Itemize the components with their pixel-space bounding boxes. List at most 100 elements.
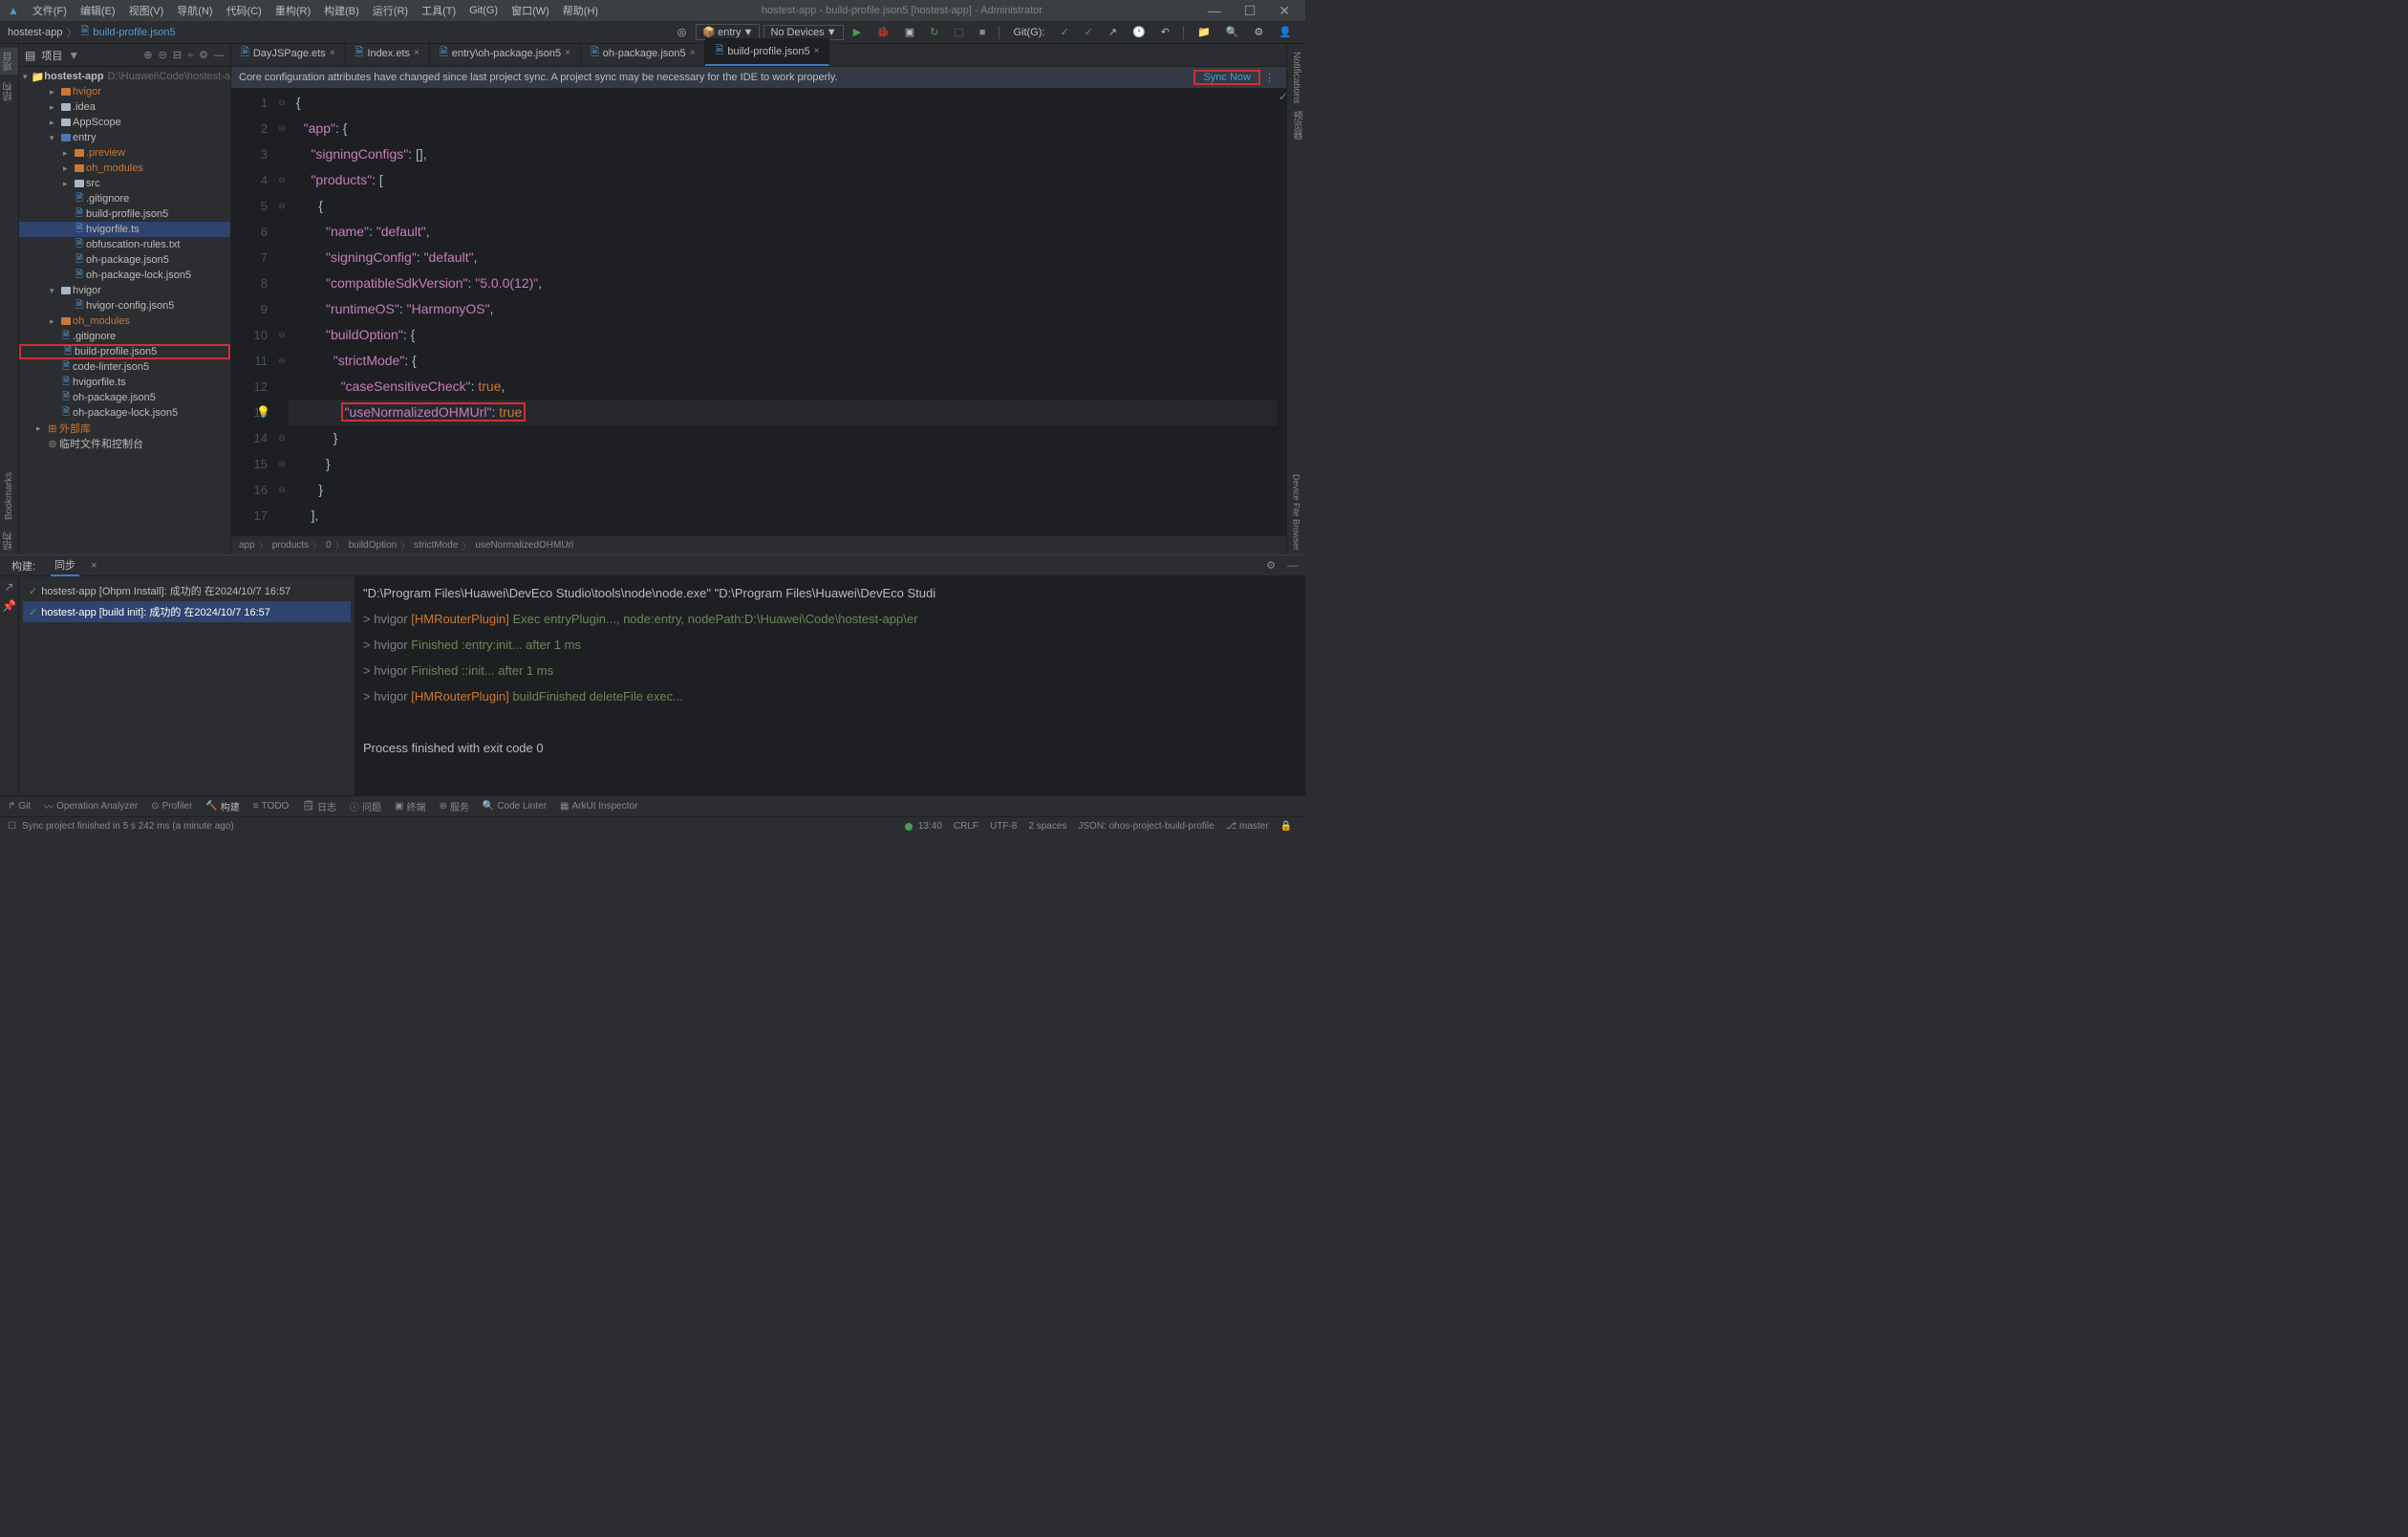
panel-gear-icon[interactable]: ⚙: [1266, 559, 1276, 572]
tree-node--idea[interactable]: ▸.idea: [19, 99, 230, 115]
right-tab-preview[interactable]: 预览器: [1287, 107, 1305, 143]
gear-icon[interactable]: ⚙: [199, 49, 208, 61]
encoding[interactable]: UTF-8: [984, 821, 1022, 832]
tree-node-oh-modules[interactable]: ▸oh_modules: [19, 161, 230, 176]
path-crumb-item[interactable]: app: [239, 540, 255, 551]
tw-arkui[interactable]: ▦ ArkUI Inspector: [560, 801, 637, 812]
tree-node---------[interactable]: ⊚临时文件和控制台: [19, 436, 230, 451]
find-icon[interactable]: 🔍: [1220, 24, 1245, 40]
close-tab-icon[interactable]: ×: [814, 46, 820, 56]
menu-code[interactable]: 代码(C): [221, 1, 268, 20]
tree-node-appscope[interactable]: ▸AppScope: [19, 115, 230, 130]
task-item[interactable]: ✓hostest-app [build init]: 成功的 在2024/10/…: [23, 601, 351, 622]
git-branch[interactable]: ⎇ master: [1220, 821, 1275, 832]
search-icon[interactable]: 📁: [1192, 24, 1216, 40]
sync-now-button[interactable]: Sync Now: [1193, 70, 1260, 85]
sort-icon[interactable]: ⊕: [143, 49, 152, 61]
path-crumb-item[interactable]: products: [272, 540, 309, 551]
left-tab-structure2[interactable]: 结构: [0, 528, 18, 554]
tree-node-hvigor[interactable]: ▸hvigor: [19, 84, 230, 99]
tree-node-hvigor-config-json5[interactable]: 🗎hvigor-config.json5: [19, 298, 230, 314]
close-tab-icon[interactable]: ×: [91, 560, 97, 572]
sensor-icon[interactable]: ◎: [672, 24, 693, 40]
select-icon[interactable]: ⊝: [159, 49, 167, 61]
close-tab-icon[interactable]: ×: [330, 48, 335, 58]
tree-node-src[interactable]: ▸src: [19, 176, 230, 191]
close-tab-icon[interactable]: ×: [690, 48, 696, 58]
device-file-icon[interactable]: Device File Browser: [1290, 470, 1303, 554]
tree-node--gitignore[interactable]: 🗎.gitignore: [19, 191, 230, 206]
tree-node--preview[interactable]: ▸.preview: [19, 145, 230, 161]
profile-icon[interactable]: 👤: [1273, 24, 1298, 40]
tree-node-build-profile-json5[interactable]: 🗎build-profile.json5: [19, 206, 230, 222]
tree-node-oh-modules[interactable]: ▸oh_modules: [19, 314, 230, 329]
debug-icon[interactable]: 🐞: [871, 24, 895, 40]
right-tab-notifications[interactable]: Notifications: [1289, 48, 1303, 107]
tw-opan[interactable]: 〰 Operation Analyzer: [44, 799, 138, 813]
tree-node-entry[interactable]: ▾entry: [19, 130, 230, 145]
tree-node-hvigorfile-ts[interactable]: 🗎hvigorfile.ts: [19, 375, 230, 390]
editor-scrollbar[interactable]: ✓: [1277, 88, 1286, 535]
git-push-icon[interactable]: ↗: [1103, 24, 1123, 40]
editor-tab[interactable]: 🗎oh-package.json5×: [581, 40, 706, 66]
tree-node-oh-package-lock-json5[interactable]: 🗎oh-package-lock.json5: [19, 268, 230, 283]
lang-mode[interactable]: JSON: ohos-project-build-profile: [1072, 821, 1219, 832]
indent[interactable]: 2 spaces: [1022, 821, 1072, 832]
menu-window[interactable]: 窗口(W): [505, 1, 555, 20]
path-crumb-item[interactable]: buildOption: [349, 540, 398, 551]
stop-icon[interactable]: ⬚: [948, 24, 969, 40]
git-history-icon[interactable]: 🕐: [1127, 24, 1151, 40]
tree-node-oh-package-json5[interactable]: 🗎oh-package.json5: [19, 252, 230, 268]
pin2-icon[interactable]: 📌: [2, 599, 16, 613]
lock-icon[interactable]: 🔒: [1275, 821, 1298, 832]
line-ending[interactable]: CRLF: [948, 821, 984, 832]
tree-node-build-profile-json5[interactable]: 🗎build-profile.json5: [19, 344, 230, 359]
path-crumb-item[interactable]: useNormalizedOHMUrl: [475, 540, 573, 551]
editor-tab[interactable]: 🗎build-profile.json5×: [705, 38, 829, 66]
dropdown-icon[interactable]: ▼: [68, 49, 79, 62]
left-tab-project[interactable]: 项目: [0, 48, 18, 75]
menu-view[interactable]: 视图(V): [123, 1, 170, 20]
menu-nav[interactable]: 导航(N): [171, 1, 218, 20]
task-item[interactable]: ✓hostest-app [Ohpm Install]: 成功的 在2024/1…: [23, 580, 351, 601]
hide-icon[interactable]: —: [214, 50, 225, 61]
sync-tab[interactable]: 同步: [51, 555, 79, 576]
tw-services[interactable]: ⊛ 服务: [439, 799, 468, 813]
nav-crumb-root[interactable]: hostest-app: [8, 27, 62, 38]
cover-icon[interactable]: ▣: [899, 24, 920, 40]
editor-tab[interactable]: 🗎DayJSPage.ets×: [231, 40, 346, 66]
tw-todo[interactable]: ≡ TODO: [253, 801, 290, 812]
git-commit-icon[interactable]: ✓: [1079, 24, 1099, 40]
close-icon[interactable]: ✕: [1271, 3, 1298, 19]
tw-log[interactable]: 🗒 日志: [302, 799, 336, 813]
tw-problems[interactable]: ⓘ 问题: [350, 799, 381, 813]
editor-tab[interactable]: 🗎Index.ets×: [346, 40, 430, 66]
git-rollback-icon[interactable]: ↶: [1155, 24, 1175, 40]
menu-tools[interactable]: 工具(T): [416, 1, 462, 20]
tw-profiler[interactable]: ⊙ Profiler: [151, 801, 192, 812]
tw-build[interactable]: 🔨 构建: [205, 799, 239, 813]
status-window-icon[interactable]: ☐: [8, 821, 16, 832]
tree-node-hvigor[interactable]: ▾hvigor: [19, 283, 230, 298]
run-icon[interactable]: ▶: [848, 24, 867, 40]
menu-file[interactable]: 文件(F): [27, 1, 73, 20]
attach-icon[interactable]: ↻: [924, 24, 944, 40]
pin-icon[interactable]: ↗: [4, 580, 13, 594]
tree-node-oh-package-lock-json5[interactable]: 🗎oh-package-lock.json5: [19, 405, 230, 421]
tree-root[interactable]: ▾📁hostest-appD:\Huawei\Code\hostest-a: [19, 69, 230, 84]
menu-edit[interactable]: 编辑(E): [75, 1, 121, 20]
menu-build[interactable]: 构建(B): [318, 1, 365, 20]
path-crumb-item[interactable]: 0: [326, 540, 332, 551]
tree-node-code-linter-json5[interactable]: 🗎code-linter.json5: [19, 359, 230, 375]
menu-refactor[interactable]: 重构(R): [269, 1, 316, 20]
tree-node--gitignore[interactable]: 🗎.gitignore: [19, 329, 230, 344]
tree-node----[interactable]: ▸⊞外部库: [19, 421, 230, 436]
tree-node-oh-package-json5[interactable]: 🗎oh-package.json5: [19, 390, 230, 405]
editor-tab[interactable]: 🗎entry\oh-package.json5×: [430, 40, 581, 66]
menu-help[interactable]: 帮助(H): [557, 1, 604, 20]
nav-crumb-file[interactable]: build-profile.json5: [93, 27, 175, 38]
console-output[interactable]: "D:\Program Files\Huawei\DevEco Studio\t…: [355, 576, 1305, 795]
close-tab-icon[interactable]: ×: [565, 48, 570, 58]
stop2-icon[interactable]: ■: [974, 25, 992, 40]
sync-more-icon[interactable]: ⋮: [1260, 72, 1279, 84]
